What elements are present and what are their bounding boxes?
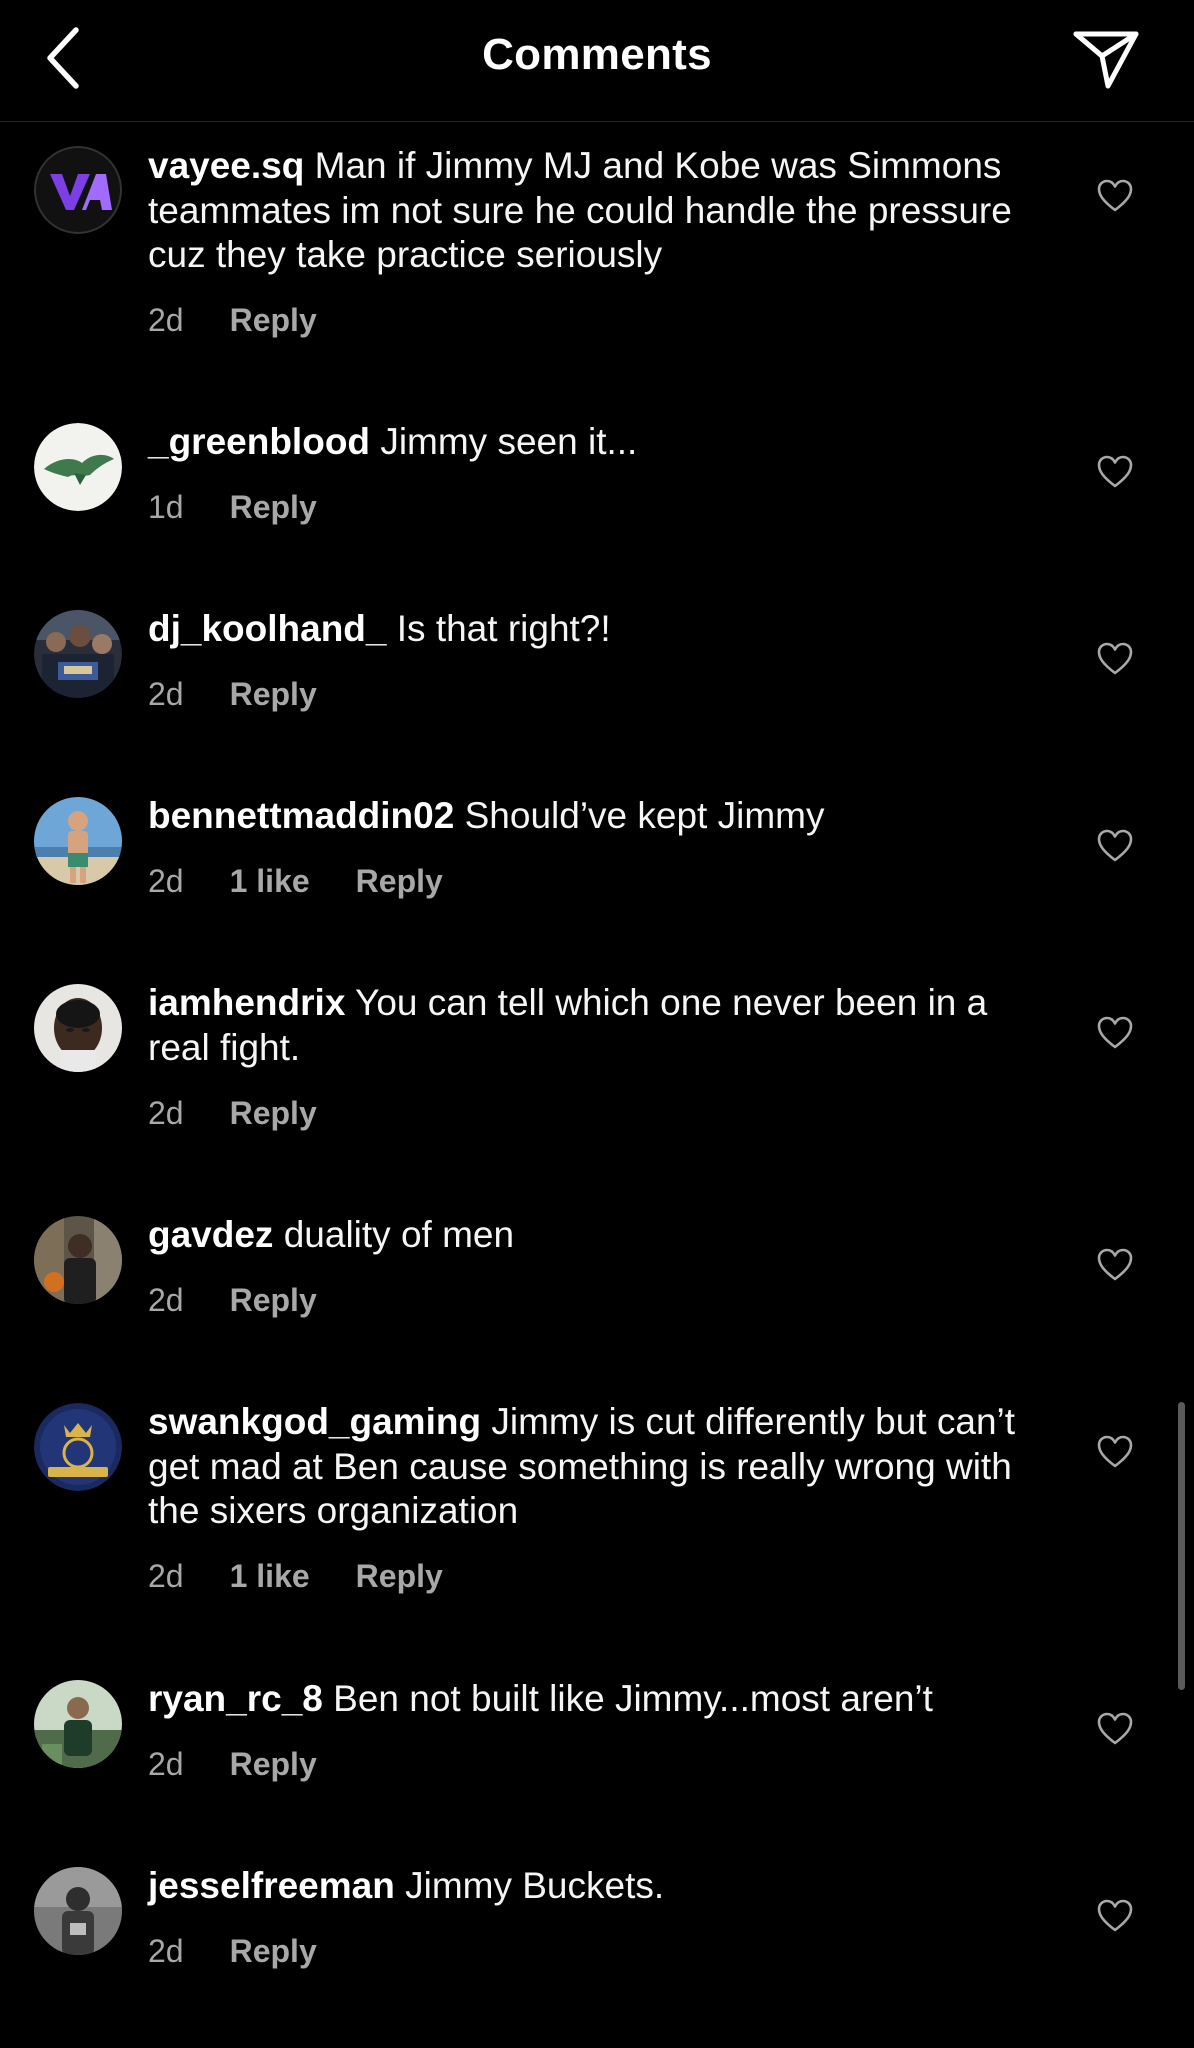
reply-button[interactable]: Reply (230, 1933, 317, 1969)
avatar[interactable] (34, 610, 122, 698)
likes-count[interactable]: 1 like (230, 1558, 310, 1594)
comment-text: duality of men (283, 1214, 515, 1255)
comment-meta: 2d 1 like Reply (148, 863, 489, 900)
avatar[interactable] (34, 1680, 122, 1768)
avatar[interactable] (34, 1867, 122, 1955)
reply-button[interactable]: Reply (230, 489, 317, 525)
comment-text-block: bennettmaddin02 Should’ve kept Jimmy (148, 794, 1048, 839)
like-button[interactable] (1097, 829, 1133, 863)
timestamp: 2d (148, 1746, 184, 1782)
username[interactable]: bennettmaddin02 (148, 795, 454, 836)
reply-button[interactable]: Reply (230, 1095, 317, 1131)
comment-text-block: _greenblood Jimmy seen it... (148, 420, 1048, 465)
avatar[interactable] (34, 797, 122, 885)
heart-icon (1097, 179, 1133, 212)
reply-button[interactable]: Reply (356, 1558, 443, 1594)
comment-text-block: vayee.sq Man if Jimmy MJ and Kobe was Si… (148, 144, 1048, 278)
like-button[interactable] (1097, 1899, 1133, 1933)
username[interactable]: gavdez (148, 1214, 273, 1255)
comment-text-block: gavdez duality of men (148, 1213, 1048, 1258)
comment-text: Is that right?! (396, 608, 611, 649)
like-button[interactable] (1097, 1016, 1133, 1050)
avatar[interactable] (34, 1216, 122, 1304)
timestamp: 2d (148, 863, 184, 899)
comment-text-block: jesselfreeman Jimmy Buckets. (148, 1864, 1048, 1909)
comment-meta: 2d Reply (148, 1282, 363, 1319)
share-button[interactable] (1070, 26, 1142, 92)
like-button[interactable] (1097, 179, 1133, 213)
heart-icon (1097, 1435, 1133, 1468)
username[interactable]: iamhendrix (148, 982, 345, 1023)
comment-text: Jimmy seen it... (380, 421, 638, 462)
comment-text: Jimmy Buckets. (405, 1865, 665, 1906)
comment-text-block: swankgod_gaming Jimmy is cut differently… (148, 1400, 1048, 1534)
avatar[interactable] (34, 423, 122, 511)
reply-button[interactable]: Reply (356, 863, 443, 899)
comment-meta: 2d 1 like Reply (148, 1558, 489, 1595)
avatar[interactable] (34, 984, 122, 1072)
scrollbar[interactable] (1178, 1402, 1185, 1690)
header-bar: Comments (0, 0, 1194, 122)
comment-text-block: ryan_rc_8 Ben not built like Jimmy...mos… (148, 1677, 1048, 1722)
heart-icon (1097, 1899, 1133, 1932)
heart-icon (1097, 829, 1133, 862)
avatar[interactable] (34, 1403, 122, 1491)
reply-button[interactable]: Reply (230, 1746, 317, 1782)
like-button[interactable] (1097, 1248, 1133, 1282)
timestamp: 2d (148, 1282, 184, 1318)
username[interactable]: _greenblood (148, 421, 370, 462)
comment-text: Should’ve kept Jimmy (464, 795, 825, 836)
heart-icon (1097, 1016, 1133, 1049)
comment-meta: 2d Reply (148, 1746, 363, 1783)
comment-meta: 2d Reply (148, 1933, 363, 1970)
timestamp: 2d (148, 1095, 184, 1131)
like-button[interactable] (1097, 455, 1133, 489)
likes-count[interactable]: 1 like (230, 863, 310, 899)
reply-button[interactable]: Reply (230, 676, 317, 712)
timestamp: 2d (148, 1558, 184, 1594)
timestamp: 2d (148, 676, 184, 712)
comment-text-block: dj_koolhand_ Is that right?! (148, 607, 1048, 652)
heart-icon (1097, 1712, 1133, 1745)
page-title: Comments (482, 30, 712, 79)
comment-text: Ben not built like Jimmy...most aren’t (333, 1678, 933, 1719)
timestamp: 2d (148, 302, 184, 338)
heart-icon (1097, 642, 1133, 675)
comment-meta: 2d Reply (148, 302, 363, 339)
reply-button[interactable]: Reply (230, 1282, 317, 1318)
heart-icon (1097, 1248, 1133, 1281)
like-button[interactable] (1097, 1712, 1133, 1746)
heart-icon (1097, 455, 1133, 488)
username[interactable]: jesselfreeman (148, 1865, 395, 1906)
paper-plane-icon (1073, 31, 1139, 89)
reply-button[interactable]: Reply (230, 302, 317, 338)
username[interactable]: ryan_rc_8 (148, 1678, 323, 1719)
username[interactable]: vayee.sq (148, 145, 304, 186)
like-button[interactable] (1097, 642, 1133, 676)
like-button[interactable] (1097, 1435, 1133, 1469)
comment-meta: 1d Reply (148, 489, 363, 526)
avatar[interactable] (34, 146, 122, 234)
comment-meta: 2d Reply (148, 1095, 363, 1132)
comment-meta: 2d Reply (148, 676, 363, 713)
username[interactable]: dj_koolhand_ (148, 608, 386, 649)
username[interactable]: swankgod_gaming (148, 1401, 481, 1442)
timestamp: 1d (148, 489, 184, 525)
comment-text-block: iamhendrix You can tell which one never … (148, 981, 1048, 1070)
timestamp: 2d (148, 1933, 184, 1969)
